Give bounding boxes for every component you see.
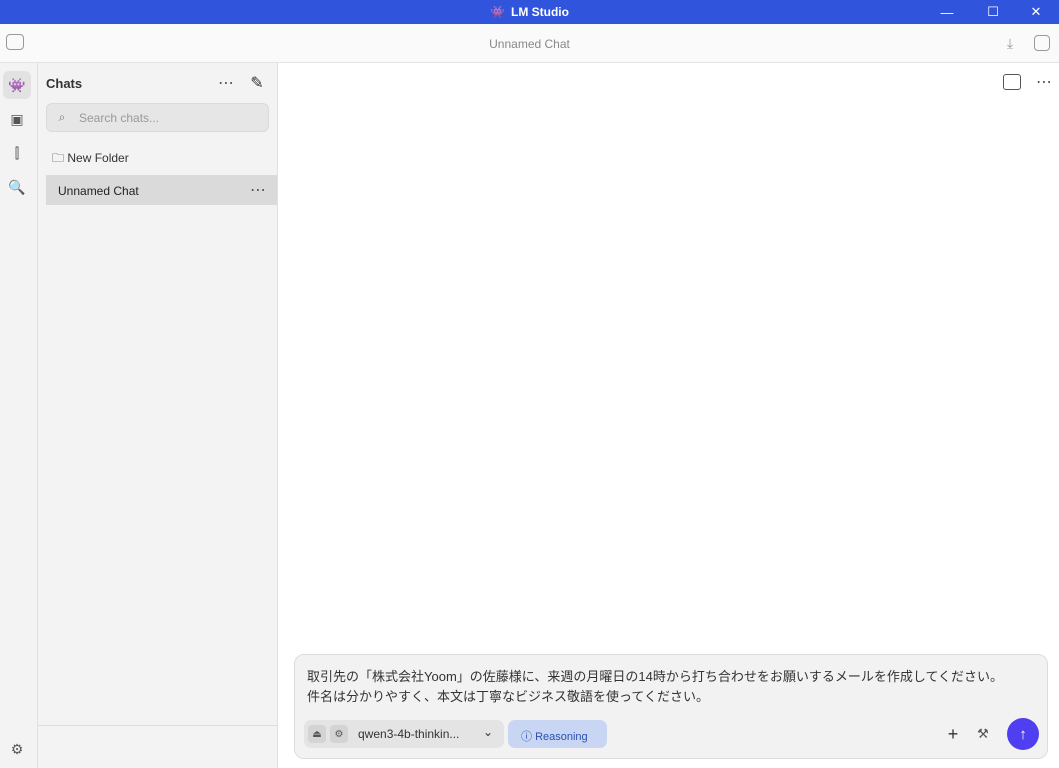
reasoning-toggle[interactable]: ⓘ Reasoning bbox=[508, 720, 607, 748]
split-view-icon[interactable] bbox=[1003, 74, 1021, 90]
app-logo-icon: 👾 bbox=[490, 5, 505, 19]
tools-hammer-icon[interactable]: ⚒ bbox=[973, 724, 993, 744]
send-button[interactable]: ↑ bbox=[1007, 718, 1039, 750]
message-line: 取引先の「株式会社Yoom」の佐藤様に、来週の月曜日の14時から打ち合わせをお願… bbox=[307, 669, 1004, 684]
maximize-button[interactable]: ☐ bbox=[970, 0, 1016, 24]
search-icon: ⌕ bbox=[58, 109, 66, 124]
message-line: 件名は分かりやすく、本文は丁寧なビジネス敬語を使ってください。 bbox=[307, 689, 709, 704]
more-options-icon[interactable]: ⋯ bbox=[218, 75, 234, 92]
chats-sidebar: Chats ⋯ ✎ Search chats... ⌕ 🗀 New Folder… bbox=[38, 63, 278, 768]
chats-heading: Chats bbox=[46, 76, 83, 91]
new-chat-icon[interactable]: ✎ bbox=[248, 74, 266, 92]
message-composer[interactable]: 取引先の「株式会社Yoom」の佐藤様に、来週の月曜日の14時から打ち合わせをお願… bbox=[294, 654, 1048, 759]
developer-icon[interactable]: ▣ bbox=[3, 105, 31, 133]
toggle-right-panel-icon[interactable] bbox=[1034, 35, 1050, 51]
model-name: qwen3-4b-thinkin... bbox=[358, 727, 460, 741]
new-folder-button[interactable]: 🗀 New Folder bbox=[52, 149, 129, 170]
chat-item-more-icon[interactable]: ⋯ bbox=[250, 182, 266, 199]
search-input[interactable]: Search chats... bbox=[46, 103, 269, 132]
eject-icon[interactable]: ⏏ bbox=[308, 725, 326, 743]
chat-mode-icon[interactable]: 👾 bbox=[3, 71, 31, 99]
message-input[interactable]: 取引先の「株式会社Yoom」の佐藤様に、来週の月曜日の14時から打ち合わせをお願… bbox=[307, 667, 1003, 707]
discover-icon[interactable]: 🔍 bbox=[3, 173, 31, 201]
settings-icon[interactable]: ⚙ bbox=[3, 735, 31, 763]
minimize-button[interactable]: — bbox=[924, 0, 970, 24]
reasoning-icon: ⓘ bbox=[521, 731, 532, 743]
chat-list-item[interactable]: Unnamed Chat bbox=[46, 175, 277, 205]
top-bar: Unnamed Chat ⤓ bbox=[0, 24, 1059, 63]
close-button[interactable]: ✕ bbox=[1013, 0, 1059, 24]
model-settings-icon[interactable]: ⚙ bbox=[330, 725, 348, 743]
attach-plus-icon[interactable]: + bbox=[943, 724, 963, 744]
title-bar: 👾 LM Studio bbox=[0, 0, 1059, 24]
chevron-down-icon: ⌄ bbox=[483, 725, 494, 739]
chat-title: Unnamed Chat bbox=[489, 37, 570, 51]
nav-rail: 👾 ▣ ⫿ 🔍 ⚙ bbox=[0, 63, 38, 768]
divider bbox=[38, 725, 277, 726]
model-selector[interactable]: ⏏ ⚙ qwen3-4b-thinkin... ⌄ bbox=[304, 720, 504, 748]
download-icon[interactable]: ⤓ bbox=[1000, 33, 1020, 53]
chat-label: Unnamed Chat bbox=[58, 184, 139, 198]
folder-plus-icon: 🗀 bbox=[52, 151, 65, 165]
models-library-icon[interactable]: ⫿ bbox=[3, 139, 31, 167]
chat-more-icon[interactable]: ⋯ bbox=[1035, 73, 1053, 91]
new-folder-label: New Folder bbox=[67, 151, 129, 165]
app-title: LM Studio bbox=[510, 5, 569, 19]
reasoning-label: Reasoning bbox=[535, 731, 588, 743]
